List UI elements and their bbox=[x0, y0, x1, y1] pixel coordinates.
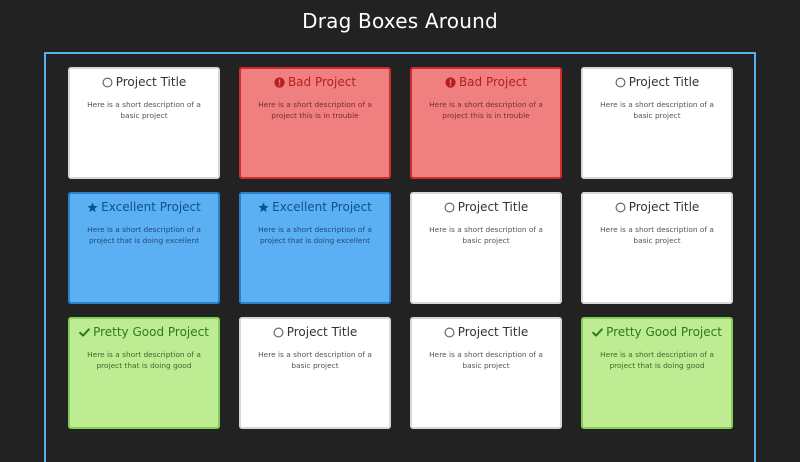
card-description: Here is a short description of a basic p… bbox=[429, 225, 543, 245]
circle-outline-icon bbox=[444, 202, 455, 213]
project-card[interactable]: Pretty Good Project Here is a short desc… bbox=[581, 317, 733, 429]
card-title: Project Title bbox=[457, 325, 529, 339]
project-card[interactable]: Project Title Here is a short descriptio… bbox=[68, 67, 220, 179]
page-title: Drag Boxes Around bbox=[302, 9, 498, 33]
circle-outline-icon bbox=[444, 327, 455, 338]
card-title: Pretty Good Project bbox=[93, 325, 209, 339]
card-title: Bad Project bbox=[458, 75, 528, 89]
circle-outline-icon bbox=[615, 77, 626, 88]
project-card[interactable]: Excellent Project Here is a short descri… bbox=[68, 192, 220, 304]
exclamation-circle-icon bbox=[274, 76, 285, 88]
checkmark-icon bbox=[592, 327, 603, 338]
checkmark-icon bbox=[79, 327, 90, 338]
card-description: Here is a short description of a project… bbox=[258, 225, 372, 245]
star-icon bbox=[87, 202, 98, 213]
star-icon bbox=[258, 202, 269, 213]
drag-board: Project Title Here is a short descriptio… bbox=[44, 52, 756, 462]
card-title: Excellent Project bbox=[272, 200, 372, 214]
card-description: Here is a short description of a project… bbox=[258, 100, 372, 120]
project-card[interactable]: Project Title Here is a short descriptio… bbox=[581, 192, 733, 304]
card-title: Bad Project bbox=[287, 75, 357, 89]
circle-outline-icon bbox=[102, 77, 113, 88]
project-card[interactable]: Excellent Project Here is a short descri… bbox=[239, 192, 391, 304]
card-title: Pretty Good Project bbox=[606, 325, 722, 339]
project-card[interactable]: Bad Project Here is a short description … bbox=[410, 67, 562, 179]
card-title: Project Title bbox=[457, 200, 529, 214]
card-description: Here is a short description of a basic p… bbox=[600, 100, 714, 120]
card-description: Here is a short description of a basic p… bbox=[429, 350, 543, 370]
circle-outline-icon bbox=[273, 327, 284, 338]
card-title: Excellent Project bbox=[101, 200, 201, 214]
card-description: Here is a short description of a basic p… bbox=[600, 225, 714, 245]
card-title: Project Title bbox=[115, 75, 187, 89]
project-card[interactable]: Project Title Here is a short descriptio… bbox=[581, 67, 733, 179]
card-title: Project Title bbox=[628, 75, 700, 89]
exclamation-circle-icon bbox=[445, 76, 456, 88]
card-description: Here is a short description of a basic p… bbox=[258, 350, 372, 370]
project-card[interactable]: Pretty Good Project Here is a short desc… bbox=[68, 317, 220, 429]
card-title: Project Title bbox=[286, 325, 358, 339]
project-card[interactable]: Project Title Here is a short descriptio… bbox=[239, 317, 391, 429]
card-title: Project Title bbox=[628, 200, 700, 214]
card-description: Here is a short description of a basic p… bbox=[87, 100, 201, 120]
card-description: Here is a short description of a project… bbox=[87, 350, 201, 370]
circle-outline-icon bbox=[615, 202, 626, 213]
project-card[interactable]: Project Title Here is a short descriptio… bbox=[410, 192, 562, 304]
project-card[interactable]: Bad Project Here is a short description … bbox=[239, 67, 391, 179]
card-description: Here is a short description of a project… bbox=[429, 100, 543, 120]
card-description: Here is a short description of a project… bbox=[87, 225, 201, 245]
project-card[interactable]: Project Title Here is a short descriptio… bbox=[410, 317, 562, 429]
card-description: Here is a short description of a project… bbox=[600, 350, 714, 370]
